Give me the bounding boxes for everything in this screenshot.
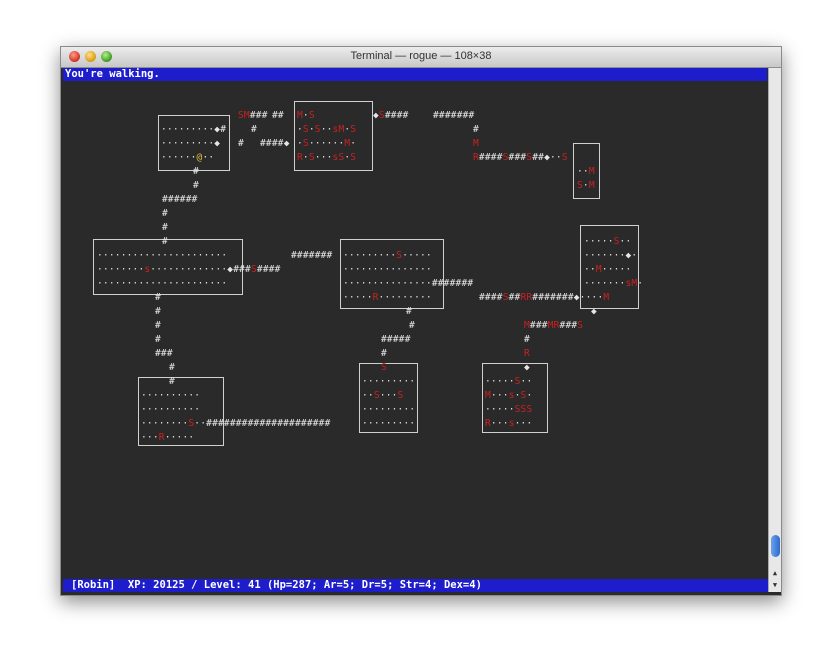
map-row: S·M — [577, 180, 595, 191]
map-row: ···············####### — [343, 278, 474, 289]
map-row: # — [169, 362, 175, 373]
map-row: ··S···S — [362, 390, 404, 401]
map-row: ####### — [291, 250, 333, 261]
map-row: ◆ — [524, 362, 530, 373]
map-row: # — [409, 320, 415, 331]
dungeon-map: SM### ## M·S ◆S#### ####### ·········◆# # ·S·S·… — [0, 0, 840, 666]
map-row: M···s·S· — [485, 390, 533, 401]
map-row: ········· — [362, 404, 416, 415]
map-row: R####S###S##◆··S — [473, 152, 568, 163]
map-row: # — [155, 320, 161, 331]
map-row: ·········◆# — [161, 124, 227, 135]
map-row: ········s·············◆###S#### — [97, 264, 281, 275]
map-row: # — [169, 376, 175, 387]
map-row: ·········· — [141, 404, 201, 415]
map-row: # — [155, 292, 161, 303]
map-row: ·S·S··sM·S — [297, 124, 357, 135]
map-row: R — [524, 348, 530, 359]
map-row: # — [162, 236, 168, 247]
map-row: # — [193, 166, 199, 177]
map-row: ········S··##################### — [141, 418, 331, 429]
map-row: # — [238, 138, 244, 149]
map-row: R···s··· — [485, 418, 533, 429]
map-row: ··············· — [343, 264, 432, 275]
map-row: ··M····· — [584, 264, 632, 275]
map-row: # — [155, 334, 161, 345]
map-row: # — [406, 306, 412, 317]
map-row: ###### — [162, 194, 198, 205]
map-row: ·S······M· — [297, 138, 357, 149]
map-row: ####S##RR#######◆····M — [479, 292, 610, 303]
map-row: ◆ — [591, 306, 597, 317]
map-row: ·······sM· — [584, 278, 644, 289]
map-row: ·········S····· — [343, 250, 432, 261]
map-row: S — [381, 362, 387, 373]
map-row: # — [524, 334, 530, 345]
map-row: ### — [155, 348, 173, 359]
map-row: # — [155, 306, 161, 317]
map-row: ··M — [577, 166, 595, 177]
map-row: ········· — [362, 376, 416, 387]
map-row: ·········· — [141, 390, 201, 401]
map-row: ·····SSS — [485, 404, 533, 415]
map-row: M — [473, 138, 479, 149]
map-row: ······················ — [97, 250, 228, 261]
map-row: # — [473, 124, 479, 135]
map-row: ·······◆· — [584, 250, 638, 261]
map-row: # — [381, 348, 387, 359]
map-row: SM### — [238, 110, 268, 121]
map-row: ·····S·· — [584, 236, 632, 247]
map-row: ##### — [381, 334, 411, 345]
map-row: ·····S·· — [485, 376, 533, 387]
map-row: ·········◆ — [161, 138, 221, 149]
map-row: ········· — [362, 418, 416, 429]
map-row: ······················ — [97, 278, 228, 289]
map-row: M###MR###S — [524, 320, 584, 331]
map-row: # — [162, 222, 168, 233]
map-row: ## — [272, 110, 284, 121]
map-row: ####### — [433, 110, 475, 121]
map-row: M·S — [297, 110, 315, 121]
map-row: ·····R········· — [343, 292, 432, 303]
map-row: # — [193, 180, 199, 191]
map-row: ◆S#### — [373, 110, 409, 121]
map-row: ······@·· — [161, 152, 215, 163]
map-row: ···R····· — [141, 432, 195, 443]
map-row: R·S···sS·S — [297, 152, 357, 163]
map-row: # — [162, 208, 168, 219]
map-row: # — [251, 124, 257, 135]
map-row: ####◆ — [260, 138, 290, 149]
